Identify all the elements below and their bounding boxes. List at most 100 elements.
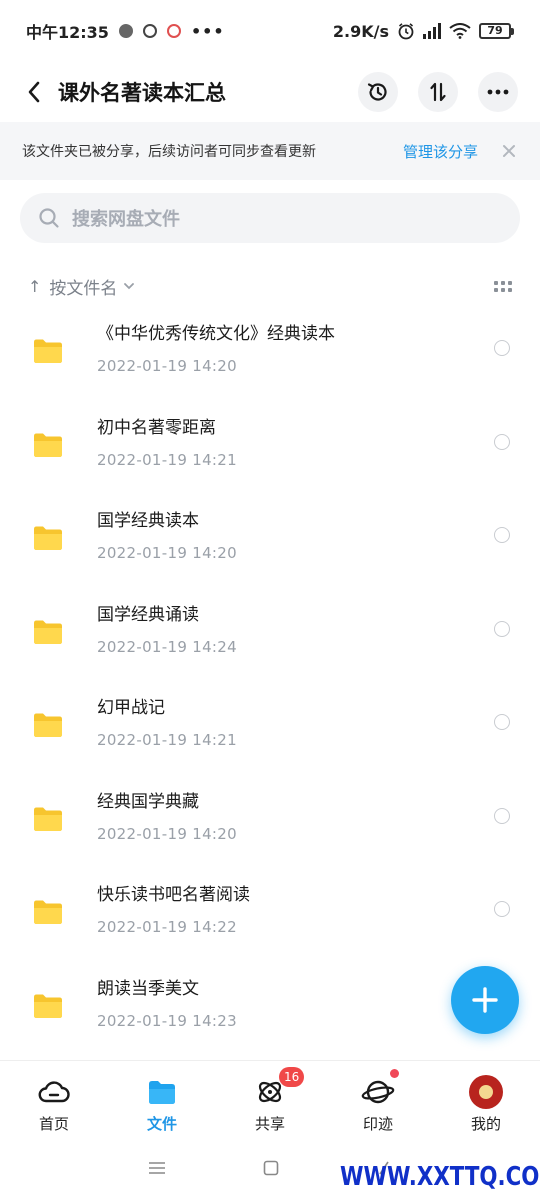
notification-icon: [142, 24, 157, 38]
alarm-icon: [398, 23, 414, 40]
nav-footprint-label: 印迹: [362, 1115, 393, 1133]
battery-icon: 79: [479, 23, 514, 39]
file-date: 2022-01-19 14:24: [97, 637, 237, 656]
notification-icon: [166, 24, 181, 38]
nav-files-label: 文件: [146, 1115, 177, 1133]
file-date: 2022-01-19 14:23: [97, 1011, 237, 1030]
folder-icon: [34, 339, 62, 363]
home-square-icon[interactable]: [263, 1160, 279, 1176]
status-left: 中午12:35 •••: [26, 19, 225, 43]
folder-icon: [34, 620, 62, 644]
file-date: 2022-01-19 14:21: [97, 731, 237, 749]
more-notifications-icon: •••: [190, 21, 225, 41]
status-bar: 中午12:35 ••• 2.9K/s 79: [0, 0, 540, 62]
nav-footprint[interactable]: 印迹: [324, 1061, 432, 1136]
manage-share-link[interactable]: 管理该分享: [403, 141, 478, 162]
select-checkbox[interactable]: [494, 527, 510, 543]
network-speed: 2.9K/s: [332, 21, 389, 41]
more-icon: [487, 89, 509, 95]
select-checkbox[interactable]: [494, 433, 510, 450]
nav-home[interactable]: 首页: [0, 1061, 108, 1136]
nav-share-label: 共享: [254, 1115, 285, 1133]
bottom-nav: 首页 文件 16 共享 印迹 我的: [0, 1060, 540, 1136]
folder-icon: [34, 807, 62, 831]
list-item[interactable]: 国学经典诵读 2022-01-19 14:24: [0, 587, 540, 681]
file-name: 国学经典诵读: [97, 604, 199, 625]
nav-mine[interactable]: 我的: [432, 1061, 540, 1136]
search-icon: [39, 208, 59, 228]
folder-icon: [34, 900, 62, 924]
share-count-badge: 16: [279, 1067, 305, 1087]
file-name: 《中华优秀传统文化》经典读本: [97, 324, 335, 344]
search-input[interactable]: 搜索网盘文件: [20, 193, 520, 243]
file-texts: 经典国学典藏 2022-01-19 14:20: [97, 790, 237, 844]
list-item[interactable]: 国学经典读本 2022-01-19 14:20: [0, 493, 540, 587]
file-texts: 国学经典读本 2022-01-19 14:20: [97, 509, 237, 563]
folder-icon: [34, 713, 62, 737]
file-texts: 初中名著零距离 2022-01-19 14:21: [97, 416, 237, 470]
header: 课外名著读本汇总: [0, 62, 540, 122]
page-title: 课外名著读本汇总: [58, 81, 226, 105]
list-item[interactable]: 幻甲战记 2022-01-19 14:21: [0, 680, 540, 774]
history-button[interactable]: [358, 72, 398, 112]
select-checkbox[interactable]: [494, 340, 510, 356]
new-dot-badge: [390, 1069, 399, 1078]
folder-icon: [34, 526, 62, 550]
file-name: 初中名著零距离: [97, 417, 216, 438]
list-item[interactable]: 经典国学典藏 2022-01-19 14:20: [0, 774, 540, 868]
wifi-icon: [449, 23, 471, 39]
grid-view-icon[interactable]: [494, 280, 512, 292]
cloud-icon: [37, 1075, 71, 1109]
close-icon: [503, 145, 515, 157]
more-button[interactable]: [478, 72, 518, 112]
select-checkbox[interactable]: [494, 807, 510, 824]
back-button[interactable]: [14, 72, 54, 112]
sort-arrow-icon: ↑: [28, 276, 42, 296]
nav-home-label: 首页: [38, 1115, 69, 1133]
file-texts: 幻甲战记 2022-01-19 14:21: [97, 696, 237, 750]
search-placeholder: 搜索网盘文件: [72, 209, 180, 230]
list-item[interactable]: 快乐读书吧名著阅读 2022-01-19 14:22: [0, 867, 540, 961]
select-checkbox[interactable]: [494, 620, 510, 637]
status-right: 2.9K/s 79: [333, 22, 514, 41]
sort-selector[interactable]: 按文件名: [49, 274, 117, 299]
share-banner: 该文件夹已被分享，后续访问者可同步查看更新 管理该分享: [0, 122, 540, 180]
file-texts: 朗读当季美文 2022-01-19 14:23: [97, 977, 237, 1031]
cell-signal-icon: [423, 23, 441, 39]
list-item[interactable]: 初中名著零距离 2022-01-19 14:21: [0, 400, 540, 494]
file-texts: 快乐读书吧名著阅读 2022-01-19 14:22: [97, 883, 250, 937]
close-banner-button[interactable]: [500, 142, 518, 160]
file-date: 2022-01-19 14:22: [97, 918, 237, 936]
avatar: [469, 1075, 503, 1109]
watermark: WWW.XXTTQ.COM: [340, 1162, 540, 1192]
file-list: 《中华优秀传统文化》经典读本 2022-01-19 14:20 初中名著零距离 202…: [0, 306, 540, 1054]
file-date: 2022-01-19 14:20: [97, 544, 237, 562]
add-button[interactable]: [451, 966, 519, 1034]
file-texts: 国学经典诵读 2022-01-19 14:24: [97, 603, 237, 657]
header-actions: [358, 72, 518, 112]
nav-files[interactable]: 文件: [108, 1061, 216, 1136]
folder-icon: [34, 433, 62, 457]
status-time: 中午12:35: [26, 23, 109, 42]
file-name: 快乐读书吧名著阅读: [97, 885, 250, 905]
file-name: 国学经典读本: [97, 511, 199, 531]
sort-row: ↑ 按文件名: [0, 266, 540, 306]
select-checkbox[interactable]: [494, 714, 510, 730]
folder-icon: [145, 1075, 179, 1109]
folder-icon: [34, 994, 62, 1018]
file-name: 幻甲战记: [97, 698, 165, 718]
battery-level: 79: [479, 23, 511, 39]
battery-tip: [511, 27, 514, 35]
select-checkbox[interactable]: [494, 901, 510, 917]
nav-share[interactable]: 16 共享: [216, 1061, 324, 1136]
file-date: 2022-01-19 14:20: [97, 357, 237, 375]
chevron-down-icon[interactable]: [123, 282, 135, 290]
list-item[interactable]: 《中华优秀传统文化》经典读本 2022-01-19 14:20: [0, 306, 540, 400]
menu-icon[interactable]: [148, 1161, 166, 1175]
plus-icon: [472, 987, 498, 1013]
notification-icon: [118, 24, 133, 38]
file-name: 朗读当季美文: [97, 978, 199, 999]
transfer-icon: [430, 82, 446, 102]
transfer-button[interactable]: [418, 72, 458, 112]
planet-icon: [361, 1075, 395, 1109]
